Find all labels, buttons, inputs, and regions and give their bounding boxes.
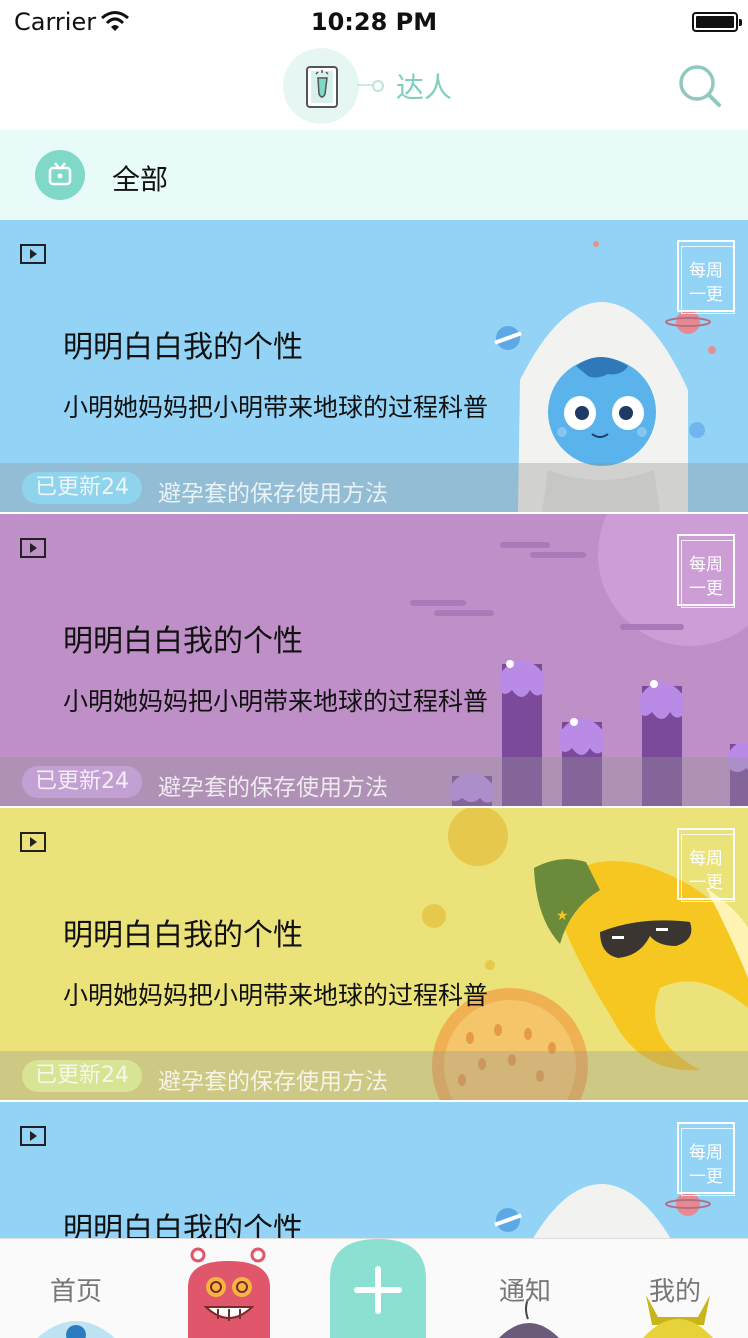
update-count-badge: 已更新24 <box>22 766 142 798</box>
tab-bar: 首页 通知 我的 <box>0 1238 748 1338</box>
tv-icon <box>35 150 85 200</box>
card-title: 明明白白我的个性 <box>63 1212 303 1238</box>
video-icon <box>20 832 46 852</box>
series-card[interactable]: 每周 一更 明明白白我的个性 <box>0 1102 748 1238</box>
card-subtitle: 小明她妈妈把小明带来地球的过程科普 <box>63 687 489 716</box>
page-title: 达人 <box>396 71 453 104</box>
svg-text:★: ★ <box>556 908 569 924</box>
card-title: 明明白白我的个性 <box>63 624 303 659</box>
tab-mine-label: 我的 <box>649 1277 702 1307</box>
update-count-badge: 已更新24 <box>22 472 142 504</box>
weekly-update-badge: 每周 一更 <box>677 240 735 314</box>
video-icon <box>20 538 46 558</box>
video-icon <box>20 244 46 264</box>
app-logo-icon[interactable] <box>283 48 359 124</box>
battery-icon <box>692 12 742 32</box>
book-icon <box>306 66 338 108</box>
weekly-update-badge: 每周 一更 <box>677 1122 735 1196</box>
card-subtitle: 小明她妈妈把小明带来地球的过程科普 <box>63 981 489 1010</box>
status-time: 10:28 PM <box>310 8 438 36</box>
card-title: 明明白白我的个性 <box>63 330 303 365</box>
eye-icon <box>37 1321 115 1338</box>
card-subtitle: 小明她妈妈把小明带来地球的过程科普 <box>63 393 489 422</box>
nav-bar: 达人 <box>0 44 748 130</box>
status-bar: Carrier 10:28 PM <box>0 0 748 44</box>
nav-connector <box>357 80 384 92</box>
card-title: 明明白白我的个性 <box>63 918 303 953</box>
feed-list[interactable]: 每周 一更 明明白白我的个性 小明她妈妈把小明带来地球的过程科普 已更新24 避… <box>0 220 748 1238</box>
update-count-badge: 已更新24 <box>22 1060 142 1092</box>
video-icon <box>20 1126 46 1146</box>
tab-notify-label: 通知 <box>499 1277 552 1307</box>
tab-home-label: 首页 <box>50 1277 103 1307</box>
latest-episode-title[interactable]: 避孕套的保存使用方法 <box>158 1062 388 1096</box>
add-button[interactable] <box>330 1239 426 1338</box>
series-card[interactable]: 每周 一更 明明白白我的个性 小明她妈妈把小明带来地球的过程科普 已更新24 避… <box>0 220 748 512</box>
latest-episode-title[interactable]: 避孕套的保存使用方法 <box>158 474 388 508</box>
card-footer[interactable]: 已更新24 避孕套的保存使用方法 <box>0 1051 748 1100</box>
search-icon[interactable] <box>676 62 724 110</box>
category-label: 全部 <box>112 163 169 196</box>
card-footer[interactable]: 已更新24 避孕套的保存使用方法 <box>0 757 748 806</box>
series-card[interactable]: ★ 每周 一更 明明白白我的个性 小明她妈妈把小明带来地球的过程科普 已更新24… <box>0 808 748 1100</box>
weekly-update-badge: 每周 一更 <box>677 828 735 902</box>
latest-episode-title[interactable]: 避孕套的保存使用方法 <box>158 768 388 802</box>
series-card[interactable]: 每周 一更 明明白白我的个性 小明她妈妈把小明带来地球的过程科普 已更新24 避… <box>0 514 748 806</box>
weekly-update-badge: 每周 一更 <box>677 534 735 608</box>
category-filter[interactable]: 全部 <box>0 130 748 220</box>
monster-icon[interactable] <box>184 1247 274 1338</box>
card-footer[interactable]: 已更新24 避孕套的保存使用方法 <box>0 463 748 512</box>
